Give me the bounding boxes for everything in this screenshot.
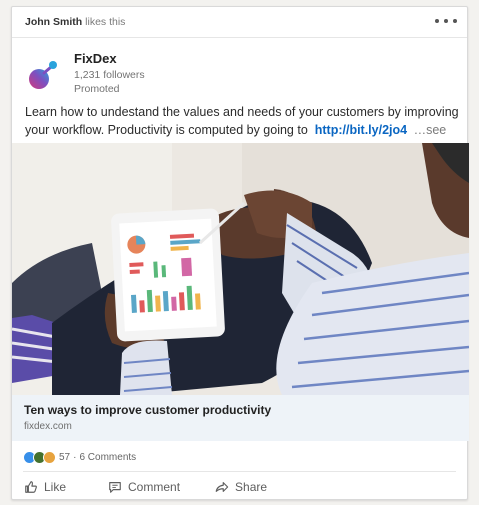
comment-count[interactable]: 6 Comments: [79, 452, 136, 463]
social-counts[interactable]: 57 · 6 Comments: [23, 449, 136, 465]
article-title[interactable]: Ten ways to improve customer productivit…: [24, 403, 457, 417]
reaction-count[interactable]: 57: [59, 452, 70, 463]
more-options-icon[interactable]: [435, 15, 457, 27]
like-label: Like: [44, 480, 67, 494]
actor[interactable]: FixDex 1,231 followers Promoted: [26, 51, 326, 99]
comment-icon: [109, 482, 121, 493]
like-button[interactable]: Like: [24, 480, 66, 494]
social-header-name[interactable]: John Smith: [25, 16, 82, 28]
social-header: John Smith likes this: [12, 7, 467, 38]
article-link-preview[interactable]: Ten ways to improve customer productivit…: [12, 395, 469, 441]
post-image[interactable]: [12, 143, 469, 395]
social-actions: Like Comment Share: [24, 475, 267, 499]
feed-post-card: John Smith likes this FixDex 1,231 follo…: [11, 6, 469, 500]
company-name[interactable]: FixDex: [74, 51, 117, 66]
comment-button[interactable]: Comment: [108, 480, 180, 494]
company-logo[interactable]: [26, 59, 60, 93]
share-button[interactable]: Share: [214, 480, 267, 494]
comment-label: Comment: [128, 480, 181, 494]
actions-divider: [23, 471, 456, 472]
article-domain: fixdex.com: [24, 421, 72, 432]
thumbs-up-icon: [25, 481, 37, 493]
tablet-photo: [12, 143, 469, 395]
commentary-link[interactable]: http://bit.ly/2jo4: [315, 123, 407, 137]
reaction-icons: [23, 450, 56, 464]
follower-count: 1,231 followers: [74, 69, 145, 81]
share-arrow-icon: [215, 482, 229, 492]
share-label: Share: [235, 480, 268, 494]
count-separator: ·: [73, 451, 77, 463]
insightful-reaction-icon: [43, 450, 56, 464]
promoted-label: Promoted: [74, 83, 120, 95]
social-header-action: likes this: [85, 16, 126, 28]
